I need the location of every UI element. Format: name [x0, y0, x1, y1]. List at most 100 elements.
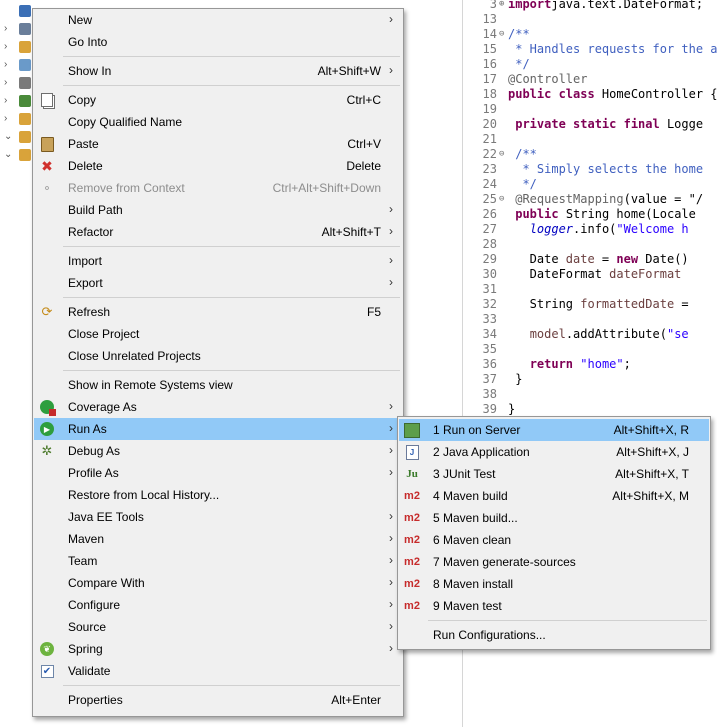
menu-item-new[interactable]: New › — [34, 9, 402, 31]
line-number: 19 — [482, 102, 497, 116]
expand-toggle-icon[interactable]: › — [4, 23, 7, 34]
menu-item-validate[interactable]: ✔ Validate — [34, 660, 402, 682]
tree-row[interactable]: › — [0, 56, 32, 74]
menu-item-label: Go Into — [68, 35, 108, 49]
expand-toggle-icon[interactable]: › — [4, 77, 7, 88]
fold-toggle-icon[interactable]: ⊖ — [499, 192, 508, 207]
fold-toggle-icon[interactable]: ⊖ — [499, 27, 508, 42]
submenu-arrow-icon: › — [389, 12, 393, 26]
fold-toggle-icon[interactable]: ⊖ — [499, 147, 508, 162]
menu-item-debug-as[interactable]: ✲ Debug As › — [34, 440, 402, 462]
run-as-item-3-junit-test[interactable]: Ju 3 JUnit Test Alt+Shift+X, T — [399, 463, 709, 485]
run-as-item-5-maven-build[interactable]: m2 5 Maven build... — [399, 507, 709, 529]
menu-item-shortcut: Ctrl+C — [346, 93, 381, 107]
menu-item-go-into[interactable]: Go Into — [34, 31, 402, 53]
tree-row[interactable]: › — [0, 38, 32, 56]
menu-item-refactor[interactable]: Refactor Alt+Shift+T › — [34, 221, 402, 243]
run-as-item-4-maven-build[interactable]: m2 4 Maven build Alt+Shift+X, M — [399, 485, 709, 507]
menu-item-configure[interactable]: Configure › — [34, 594, 402, 616]
line-number: 37 — [482, 372, 497, 386]
run-as-item-6-maven-clean[interactable]: m2 6 Maven clean — [399, 529, 709, 551]
run-as-item-7-maven-generate-sources[interactable]: m2 7 Maven generate-sources — [399, 551, 709, 573]
menu-item-show-in-remote-systems-view[interactable]: Show in Remote Systems view — [34, 374, 402, 396]
menu-item-close-project[interactable]: Close Project — [34, 323, 402, 345]
menu-item-shortcut: Ctrl+Alt+Shift+Down — [272, 181, 381, 195]
menu-item-import[interactable]: Import › — [34, 250, 402, 272]
menu-item-close-unrelated-projects[interactable]: Close Unrelated Projects — [34, 345, 402, 367]
run-as-item-2-java-application[interactable]: J 2 Java Application Alt+Shift+X, J — [399, 441, 709, 463]
code-text: String formattedDate = — [508, 297, 689, 312]
tree-row[interactable]: › — [0, 92, 32, 110]
code-line: 13 — [463, 12, 717, 27]
menu-item-compare-with[interactable]: Compare With › — [34, 572, 402, 594]
tree-row[interactable]: › — [0, 20, 32, 38]
code-line: 27 logger.info("Welcome h — [463, 222, 717, 237]
menu-item-label: Properties — [68, 693, 123, 707]
menu-item-spring[interactable]: ❦ Spring › — [34, 638, 402, 660]
menu-item-coverage-as[interactable]: Coverage As › — [34, 396, 402, 418]
expand-toggle-icon[interactable]: › — [4, 95, 7, 106]
menu-item-source[interactable]: Source › — [34, 616, 402, 638]
code-token: (value = "/ — [623, 192, 704, 206]
menu-item-build-path[interactable]: Build Path › — [34, 199, 402, 221]
junit-icon: Ju — [406, 468, 418, 480]
code-line: 23 * Simply selects the home — [463, 162, 717, 177]
menu-item-team[interactable]: Team › — [34, 550, 402, 572]
code-line: 20 private static final Logge — [463, 117, 717, 132]
menu-item-properties[interactable]: Properties Alt+Enter — [34, 689, 402, 711]
line-number: 29 — [482, 252, 497, 266]
submenu-arrow-icon: › — [389, 597, 393, 611]
line-number: 27 — [482, 222, 497, 236]
code-token: /** — [508, 27, 530, 41]
expand-toggle-icon[interactable]: ⌄ — [4, 131, 12, 142]
run-as-item-1-run-on-server[interactable]: 1 Run on Server Alt+Shift+X, R — [399, 419, 709, 441]
run-as-item-9-maven-test[interactable]: m2 9 Maven test — [399, 595, 709, 617]
expand-toggle-icon[interactable]: ⌄ — [4, 149, 12, 160]
code-token: java.text.DateFormat; — [551, 0, 704, 11]
tree-row[interactable]: › — [0, 110, 32, 128]
server-icon — [404, 422, 420, 438]
menu-separator — [63, 685, 400, 686]
menu-item-label: Spring — [68, 642, 103, 656]
menu-item-paste[interactable]: Paste Ctrl+V — [34, 133, 402, 155]
line-number: 26 — [482, 207, 497, 221]
menu-item-show-in[interactable]: Show In Alt+Shift+W › — [34, 60, 402, 82]
submenu-arrow-icon: › — [389, 63, 393, 77]
tree-row[interactable] — [0, 2, 32, 20]
project-node-icon — [19, 5, 31, 17]
menu-item-run-as[interactable]: ▶ Run As › — [34, 418, 402, 440]
menu-item-copy[interactable]: Copy Ctrl+C — [34, 89, 402, 111]
expand-toggle-icon[interactable]: › — [4, 59, 7, 70]
menu-item-profile-as[interactable]: Profile As › — [34, 462, 402, 484]
code-token: Date — [508, 252, 566, 266]
menu-item-refresh[interactable]: ⟳ Refresh F5 — [34, 301, 402, 323]
menu-item-label: Run Configurations... — [433, 628, 546, 642]
tree-row[interactable]: › — [0, 74, 32, 92]
run-as-item-8-maven-install[interactable]: m2 8 Maven install — [399, 573, 709, 595]
run-as-item-run-configurations[interactable]: Run Configurations... — [399, 624, 709, 646]
expand-toggle-icon[interactable]: › — [4, 113, 7, 124]
code-token: import — [508, 0, 552, 11]
fold-toggle-icon[interactable]: ⊕ — [499, 0, 508, 12]
code-token: Date() — [638, 252, 689, 266]
menu-item-copy-qualified-name[interactable]: Copy Qualified Name — [34, 111, 402, 133]
menu-item-export[interactable]: Export › — [34, 272, 402, 294]
expand-toggle-icon[interactable]: › — [4, 41, 7, 52]
tree-row[interactable]: ⌄ — [0, 146, 32, 164]
tree-row[interactable]: ⌄ — [0, 128, 32, 146]
code-token: .addAttribute( — [565, 327, 667, 341]
delete-icon: ✖ — [41, 157, 53, 174]
code-text: logger.info("Welcome h — [508, 222, 689, 237]
menu-item-delete[interactable]: ✖ Delete Delete — [34, 155, 402, 177]
code-text: */ — [508, 177, 536, 192]
menu-item-java-ee-tools[interactable]: Java EE Tools › — [34, 506, 402, 528]
code-token: new — [616, 252, 639, 266]
line-number: 39 — [482, 402, 497, 416]
menu-item-maven[interactable]: Maven › — [34, 528, 402, 550]
menu-item-label: Configure — [68, 598, 121, 612]
menu-item-label: 2 Java Application — [433, 445, 530, 459]
code-token: Logge — [659, 117, 704, 131]
menu-item-restore-from-local-history[interactable]: Restore from Local History... — [34, 484, 402, 506]
code-line: 33 — [463, 312, 717, 327]
code-line: 30 DateFormat dateFormat — [463, 267, 717, 282]
